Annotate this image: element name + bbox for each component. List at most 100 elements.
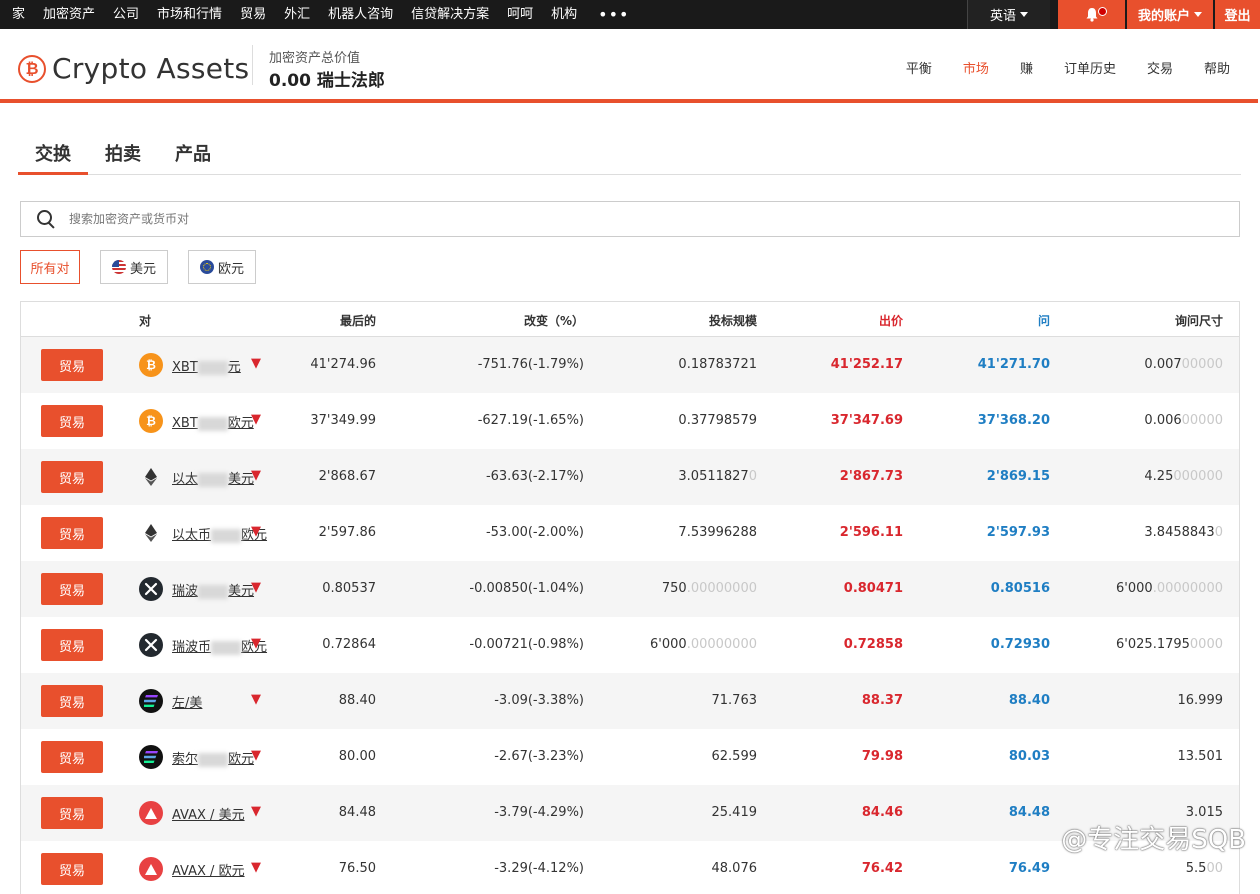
table-row[interactable]: 贸易 AVAX / 美元 ▼ 84.48 -3.79(-4.29%) 25.41… xyxy=(21,785,1239,841)
ask-price: 80.03 xyxy=(1008,749,1050,764)
nav-earn[interactable]: 赚 xyxy=(1020,58,1033,77)
sol-coin-icon xyxy=(139,689,163,713)
nav-help[interactable]: 帮助 xyxy=(1204,58,1230,77)
col-bid[interactable]: 出价 xyxy=(879,312,903,329)
topnav-forex[interactable]: 外汇 xyxy=(275,0,319,29)
bid-size-fade: 0 xyxy=(748,469,757,484)
table-row[interactable]: 贸易 左/美 ▼ 88.40 -3.09(-3.38%) 71.763 88.3… xyxy=(21,673,1239,729)
tab-exchange[interactable]: 交换 xyxy=(18,136,88,175)
table-row[interactable]: 贸易 瑞波币 欧元 ▼ 0.72864 -0.00721(-0.98%) 6'00… xyxy=(21,617,1239,673)
ask-size-value: 0.007 xyxy=(1144,357,1182,372)
col-ask[interactable]: 问 xyxy=(1038,312,1050,329)
bid-price: 41'252.17 xyxy=(830,357,903,372)
table-row[interactable]: 贸易 AVAX / 欧元 ▼ 76.50 -3.29(-4.12%) 48.07… xyxy=(21,841,1239,894)
topnav-institutions[interactable]: 机构 xyxy=(542,0,586,29)
divider xyxy=(252,45,253,85)
price-change: -751.76(-1.79%) xyxy=(477,357,584,372)
pair-link[interactable]: 瑞波 美元 xyxy=(172,580,254,599)
redacted-blur xyxy=(198,752,229,767)
pair-link[interactable]: AVAX / 欧元 xyxy=(172,860,245,879)
down-arrow-icon: ▼ xyxy=(251,524,261,539)
ask-size-value: 3.8458843 xyxy=(1144,525,1215,540)
bid-size-value: 48.076 xyxy=(711,861,758,876)
topnav-markets[interactable]: 市场和行情 xyxy=(148,0,231,29)
balance-value: 0.00 瑞士法郎 xyxy=(269,71,385,91)
col-last[interactable]: 最后的 xyxy=(340,312,376,329)
trade-button[interactable]: 贸易 xyxy=(41,517,103,549)
down-arrow-icon: ▼ xyxy=(251,748,261,763)
redacted-blur xyxy=(197,360,228,375)
my-account-button[interactable]: 我的账户 xyxy=(1127,0,1213,29)
pair-link[interactable]: 索尔 欧元 xyxy=(172,748,254,767)
topnav-trade[interactable]: 贸易 xyxy=(231,0,275,29)
topnav-credit[interactable]: 信贷解决方案 xyxy=(402,0,498,29)
pair-link[interactable]: AVAX / 美元 xyxy=(172,804,245,823)
trade-button[interactable]: 贸易 xyxy=(41,629,103,661)
tab-products[interactable]: 产品 xyxy=(158,136,228,175)
header: ₿ Crypto Assets 加密资产总价值 0.00 瑞士法郎 平衡 市场 … xyxy=(0,29,1258,103)
table-row[interactable]: 贸易 瑞波 美元 ▼ 0.80537 -0.00850(-1.04%) 750.0… xyxy=(21,561,1239,617)
filter-usd[interactable]: 美元 xyxy=(100,250,168,284)
tabs: 交换 拍卖 产品 xyxy=(18,136,1241,175)
col-pair[interactable]: 对 xyxy=(139,312,151,329)
topnav-home[interactable]: 家 xyxy=(0,0,34,29)
topnav-right: 英语 我的账户 登出 xyxy=(967,0,1260,29)
notifications-button[interactable] xyxy=(1058,0,1125,29)
price-change: -0.00850(-1.04%) xyxy=(469,581,584,596)
search-bar xyxy=(20,201,1240,237)
down-arrow-icon: ▼ xyxy=(251,692,261,707)
topnav-crypto[interactable]: 加密资产 xyxy=(34,0,104,29)
filter-label: 所有对 xyxy=(30,261,70,277)
trade-button[interactable]: 贸易 xyxy=(41,797,103,829)
trade-button[interactable]: 贸易 xyxy=(41,461,103,493)
language-selector[interactable]: 英语 xyxy=(967,0,1050,29)
pair-link[interactable]: XBT 欧元 xyxy=(172,412,254,431)
down-arrow-icon: ▼ xyxy=(251,468,261,483)
ask-price: 2'869.15 xyxy=(986,469,1050,484)
pair-link[interactable]: XBT 元 xyxy=(172,356,241,375)
bid-size: 48.076 xyxy=(712,861,758,876)
logout-button[interactable]: 登出 xyxy=(1215,0,1260,29)
table-row[interactable]: 贸易 以太 美元 ▼ 2'868.67 -63.63(-2.17%) 3.0511… xyxy=(21,449,1239,505)
filter-eur[interactable]: 欧元 xyxy=(188,250,256,284)
chevron-down-icon xyxy=(1020,12,1028,17)
topnav-company[interactable]: 公司 xyxy=(104,0,148,29)
logo[interactable]: ₿ Crypto Assets xyxy=(18,52,249,85)
pair-base: 瑞波 xyxy=(172,584,199,599)
table-row[interactable]: 贸易 以太币 欧元 ▼ 2'597.86 -53.00(-2.00%) 7.539… xyxy=(21,505,1239,561)
topnav-hehe[interactable]: 呵呵 xyxy=(498,0,542,29)
col-ask-size[interactable]: 询问尺寸 xyxy=(1175,312,1223,329)
account-label: 我的账户 xyxy=(1137,9,1190,24)
sol-coin-icon xyxy=(139,745,163,769)
col-bid-size[interactable]: 投标规模 xyxy=(709,312,757,329)
col-change[interactable]: 改变（%） xyxy=(524,312,584,329)
table-row[interactable]: 贸易 ₿ XBT 欧元 ▼ 37'349.99 -627.19(-1.65%) 0… xyxy=(21,393,1239,449)
trade-button[interactable]: 贸易 xyxy=(41,853,103,885)
nav-markets[interactable]: 市场 xyxy=(963,58,989,77)
tab-auction[interactable]: 拍卖 xyxy=(88,136,158,175)
eu-flag-icon xyxy=(199,260,214,274)
ask-size-value: 6'025.1795 xyxy=(1116,637,1190,652)
nav-trade[interactable]: 交易 xyxy=(1147,58,1173,77)
nav-balance[interactable]: 平衡 xyxy=(906,58,932,77)
ask-size-value: 5.5 xyxy=(1185,861,1207,876)
pair-link[interactable]: 以太 美元 xyxy=(172,468,254,487)
nav-order-history[interactable]: 订单历史 xyxy=(1064,58,1116,77)
pair-base: XBT xyxy=(172,416,198,431)
more-menu-icon[interactable]: ••• xyxy=(586,5,641,24)
table-row[interactable]: 贸易 ₿ XBT 元 ▼ 41'274.96 -751.76(-1.79%) 0.… xyxy=(21,337,1239,393)
last-price: 88.40 xyxy=(338,693,376,708)
top-nav: 家 加密资产 公司 市场和行情 贸易 外汇 机器人咨询 信贷解决方案 呵呵 机构… xyxy=(0,0,1260,29)
table-row[interactable]: 贸易 索尔 欧元 ▼ 80.00 -2.67(-3.23%) 62.599 79.… xyxy=(21,729,1239,785)
pair-link[interactable]: 左/美 xyxy=(172,692,202,711)
trade-button[interactable]: 贸易 xyxy=(41,573,103,605)
bid-price: 88.37 xyxy=(861,693,903,708)
trade-button[interactable]: 贸易 xyxy=(41,685,103,717)
search-input[interactable] xyxy=(69,212,1169,226)
trade-button[interactable]: 贸易 xyxy=(41,741,103,773)
trade-button[interactable]: 贸易 xyxy=(41,349,103,381)
filter-all-pairs[interactable]: 所有对 xyxy=(20,250,80,284)
topnav-robo[interactable]: 机器人咨询 xyxy=(319,0,402,29)
trade-button[interactable]: 贸易 xyxy=(41,405,103,437)
redacted-blur xyxy=(198,472,229,487)
